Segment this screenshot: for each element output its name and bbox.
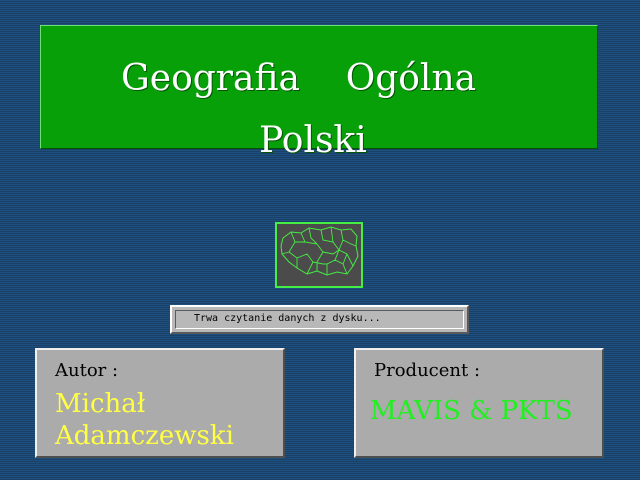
- producer-panel: Producent : MAVIS & PKTS: [354, 348, 604, 458]
- producer-name: MAVIS & PKTS: [370, 396, 573, 426]
- loading-status-text: Trwa czytanie danych z dysku...: [175, 310, 464, 329]
- author-label: Autor :: [55, 360, 119, 381]
- author-panel: Autor : Michał Adamczewski: [35, 348, 285, 458]
- title-line-1: Geografia Ogólna: [121, 58, 477, 99]
- title-line-2: Polski: [259, 120, 367, 161]
- author-last-name: Adamczewski: [55, 421, 234, 451]
- loading-status-bar: Trwa czytanie danych z dysku...: [170, 305, 469, 334]
- author-first-name: Michał: [55, 389, 146, 419]
- producer-label: Producent :: [374, 360, 481, 381]
- poland-map-icon: [275, 222, 363, 288]
- title-panel: Geografia Ogólna Polski: [40, 25, 598, 161]
